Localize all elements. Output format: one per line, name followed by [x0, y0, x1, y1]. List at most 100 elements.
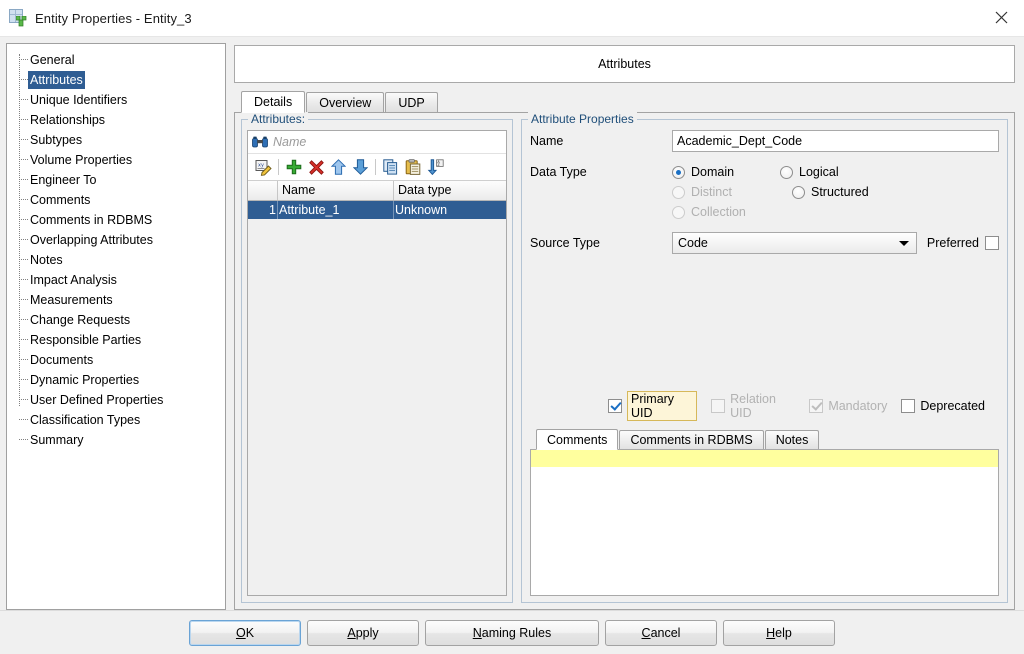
- sidebar-item-label: Summary: [30, 433, 84, 447]
- data-type-label: Data Type: [530, 165, 587, 179]
- attributes-toolbar[interactable]: xy A Z: [248, 154, 506, 181]
- sidebar-item-comments-in-rdbms[interactable]: Comments in RDBMS: [14, 210, 225, 230]
- titlebar: Entity Properties - Entity_3: [0, 0, 1024, 37]
- sidebar-item-general[interactable]: General: [14, 50, 225, 70]
- radio-domain[interactable]: Domain: [672, 162, 780, 182]
- radio-mark: [672, 205, 685, 219]
- sidebar-item-change-requests[interactable]: Change Requests: [14, 310, 225, 330]
- comments-textarea[interactable]: [530, 448, 999, 596]
- tree-connector: [19, 159, 28, 160]
- help-button[interactable]: Help: [723, 619, 835, 646]
- radio-structured[interactable]: Structured: [792, 182, 900, 202]
- sidebar-item-label: Change Requests: [30, 313, 131, 327]
- attribute-properties-title: Attribute Properties: [528, 112, 637, 126]
- checkbox-primary-uid[interactable]: Primary UID: [608, 390, 698, 421]
- preferred-checkbox-wrap[interactable]: Preferred: [927, 236, 999, 250]
- sidebar-item-responsible-parties[interactable]: Responsible Parties: [14, 330, 225, 350]
- comments-tab-comments[interactable]: Comments: [536, 428, 619, 450]
- attributes-table-header: Name Data type: [248, 181, 506, 201]
- tab-overview[interactable]: Overview: [306, 92, 385, 112]
- tree-connector: [19, 259, 28, 260]
- sidebar-item-subtypes[interactable]: Subtypes: [14, 130, 225, 150]
- entity-table-icon: [9, 9, 27, 27]
- checkbox-label: Primary UID: [627, 390, 698, 421]
- checkbox-label: Relation UID: [730, 391, 776, 420]
- tree-connector: [19, 119, 28, 120]
- preferred-checkbox[interactable]: [985, 236, 999, 250]
- edit-attribute-icon[interactable]: xy: [252, 156, 274, 178]
- source-type-value: Code: [678, 236, 708, 250]
- sidebar-item-label: Relationships: [30, 113, 106, 127]
- copy-icon[interactable]: [380, 156, 402, 178]
- tree-connector: [19, 399, 28, 400]
- data-type-row: Data Type Domain Logical Distinct Structure…: [530, 162, 999, 222]
- radio-label: Collection: [691, 205, 746, 219]
- apply-button[interactable]: Apply: [307, 619, 419, 646]
- window-title: Entity Properties - Entity_3: [35, 10, 192, 26]
- naming-rules-button[interactable]: Naming Rules: [425, 619, 599, 646]
- sidebar-item-label: Notes: [30, 253, 63, 267]
- name-row: Name: [530, 130, 999, 152]
- delete-attribute-icon[interactable]: [305, 156, 327, 178]
- sidebar-item-volume-properties[interactable]: Volume Properties: [14, 150, 225, 170]
- navigation-sidebar[interactable]: General Attributes Unique Identifiers Relat…: [6, 43, 226, 610]
- radio-logical[interactable]: Logical: [780, 162, 888, 182]
- attribute-flags-row[interactable]: Primary UID Relation UID Mandatory Deprecat…: [530, 390, 999, 421]
- checkbox-label: Mandatory: [828, 398, 888, 413]
- sidebar-item-impact-analysis[interactable]: Impact Analysis: [14, 270, 225, 290]
- sidebar-item-notes[interactable]: Notes: [14, 250, 225, 270]
- sidebar-item-dynamic-properties[interactable]: Dynamic Properties: [14, 370, 225, 390]
- attributes-table-empty-space: [248, 219, 506, 595]
- radio-mark: [792, 185, 805, 199]
- data-type-radio-group[interactable]: Domain Logical Distinct Structured Collectio…: [672, 162, 999, 222]
- move-down-icon[interactable]: [349, 156, 371, 178]
- checkbox-relation-uid: Relation UID: [711, 392, 795, 420]
- sidebar-item-label: Comments in RDBMS: [30, 213, 153, 227]
- add-attribute-icon[interactable]: [283, 156, 305, 178]
- tab-udp[interactable]: UDP: [385, 92, 438, 112]
- comments-tab-comments-in-rdbms[interactable]: Comments in RDBMS: [619, 429, 764, 449]
- attributes-list-container: xy AZ Name Data type 1Attribute_1Unknown: [247, 130, 507, 596]
- cancel-button[interactable]: Cancel: [605, 619, 717, 646]
- sidebar-item-summary[interactable]: Summary: [14, 430, 225, 450]
- sidebar-item-relationships[interactable]: Relationships: [14, 110, 225, 130]
- sidebar-item-classification-types[interactable]: Classification Types: [14, 410, 225, 430]
- attributes-group-title: Attributes:: [248, 112, 309, 126]
- paste-icon[interactable]: [402, 156, 424, 178]
- radio-label: Logical: [799, 165, 839, 179]
- toolbar-separator: [375, 159, 376, 175]
- source-type-dropdown[interactable]: Code: [672, 232, 917, 254]
- attributes-table-body[interactable]: 1 Attribute_1 Unknown: [248, 201, 506, 219]
- checkbox-deprecated[interactable]: Deprecated: [901, 398, 985, 413]
- sidebar-item-user-defined-properties[interactable]: User Defined Properties: [14, 390, 225, 410]
- close-icon[interactable]: [978, 0, 1024, 34]
- ok-button[interactable]: OK: [189, 619, 301, 646]
- sidebar-item-attributes[interactable]: Attributes: [14, 70, 225, 90]
- move-up-icon[interactable]: [327, 156, 349, 178]
- comments-block: Comments Comments in RDBMS Notes: [530, 428, 999, 596]
- source-type-label: Source Type: [530, 236, 600, 250]
- attribute-search-row[interactable]: [248, 131, 506, 154]
- entity-green-glyph: [16, 16, 27, 27]
- tab-details[interactable]: Details: [241, 91, 306, 113]
- attribute-name-input[interactable]: [672, 130, 999, 152]
- attribute-properties-group: Attribute Properties Name Data Type Doma…: [521, 112, 1008, 603]
- table-row[interactable]: 1 Attribute_1 Unknown: [248, 201, 506, 219]
- content-pane: Attributes Details Overview UDP Attributes…: [231, 43, 1018, 610]
- column-header-name: Name: [278, 181, 394, 200]
- sidebar-item-documents[interactable]: Documents: [14, 350, 225, 370]
- sidebar-item-comments[interactable]: Comments: [14, 190, 225, 210]
- sidebar-item-measurements[interactable]: Measurements: [14, 290, 225, 310]
- sidebar-item-overlapping-attributes[interactable]: Overlapping Attributes: [14, 230, 225, 250]
- comments-tab-notes[interactable]: Notes: [764, 429, 820, 449]
- cell-data-type: Unknown: [395, 203, 448, 217]
- sidebar-item-unique-identifiers[interactable]: Unique Identifiers: [14, 90, 225, 110]
- sort-az-icon[interactable]: AZ: [424, 156, 446, 178]
- sidebar-item-engineer-to[interactable]: Engineer To: [14, 170, 225, 190]
- sidebar-item-label: Impact Analysis: [30, 273, 117, 287]
- comments-tabstrip[interactable]: Comments Comments in RDBMS Notes: [530, 428, 999, 450]
- checkbox-box: [608, 398, 622, 413]
- main-tabstrip[interactable]: Details Overview UDP: [231, 90, 1018, 113]
- tree-connector: [19, 79, 28, 80]
- attribute-search-input[interactable]: [273, 135, 506, 149]
